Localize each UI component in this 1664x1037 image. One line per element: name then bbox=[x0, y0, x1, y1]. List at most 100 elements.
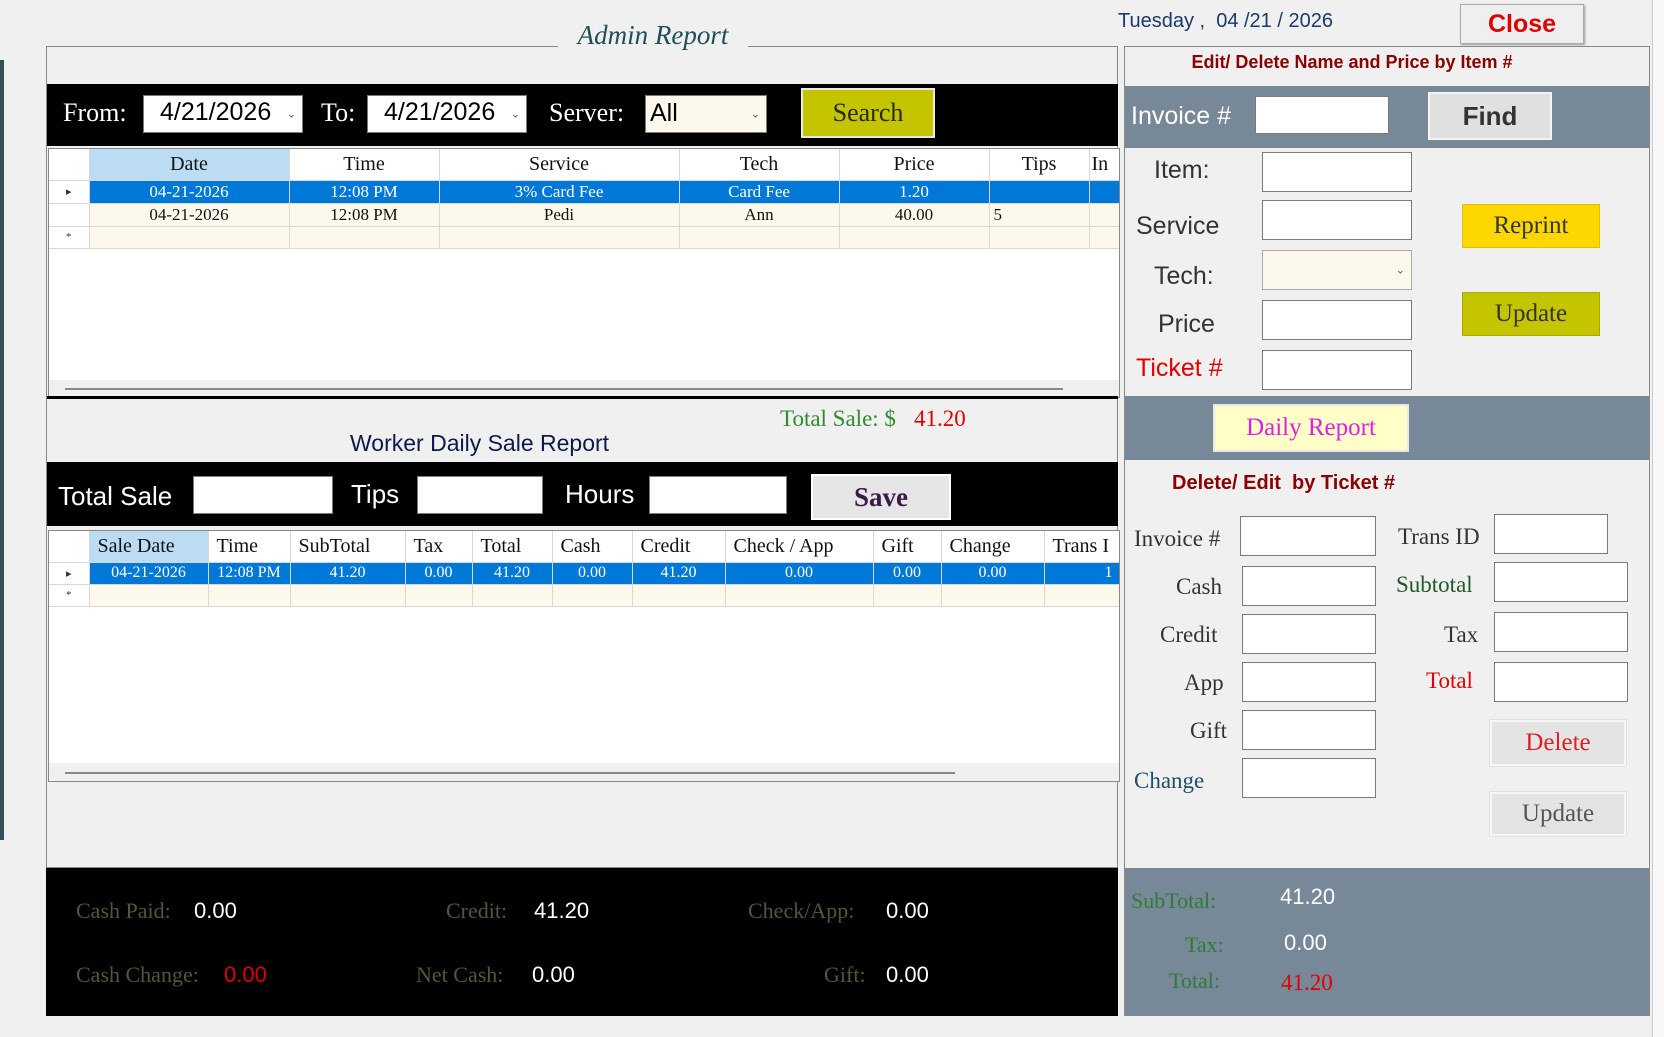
column-header-tax[interactable]: Tax bbox=[405, 531, 473, 563]
column-header-credit[interactable]: Credit bbox=[632, 531, 726, 563]
update-item-button[interactable]: Update bbox=[1462, 292, 1600, 336]
new-table-row[interactable]: * bbox=[49, 584, 1119, 607]
column-header-tips[interactable]: Tips bbox=[989, 149, 1090, 181]
server-value: All bbox=[650, 99, 678, 127]
cell-time[interactable]: 12:08 PM bbox=[289, 203, 440, 227]
price-input[interactable] bbox=[1262, 300, 1412, 340]
save-button[interactable]: Save bbox=[811, 474, 951, 520]
cell-service[interactable]: 3% Card Fee bbox=[439, 180, 680, 204]
new-table-row[interactable]: * bbox=[49, 226, 1119, 249]
change-input[interactable] bbox=[1242, 758, 1376, 798]
row-header-corner bbox=[49, 149, 90, 181]
column-header-subtotal[interactable]: SubTotal bbox=[290, 531, 406, 563]
cell-in[interactable] bbox=[1089, 180, 1119, 204]
daily-report-button[interactable]: Daily Report bbox=[1213, 404, 1409, 452]
credit-input[interactable] bbox=[1242, 614, 1376, 654]
table-row[interactable]: 04-21-2026 12:08 PM Pedi Ann 40.00 5 bbox=[49, 203, 1119, 227]
worker-hours-input[interactable] bbox=[649, 476, 787, 514]
column-header-total[interactable]: Total bbox=[472, 531, 553, 563]
cell-subtotal[interactable]: 41.20 bbox=[290, 562, 406, 585]
item-input[interactable] bbox=[1262, 152, 1412, 192]
chevron-down-icon: ⌄ bbox=[510, 108, 520, 121]
close-button[interactable]: Close bbox=[1460, 4, 1584, 44]
cash-change-label: Cash Change: bbox=[76, 962, 199, 987]
to-date-picker[interactable]: 4/21/2026 ⌄ bbox=[367, 95, 527, 133]
column-header-price[interactable]: Price bbox=[839, 149, 990, 181]
cell-sale-date[interactable]: 04-21-2026 bbox=[89, 562, 209, 585]
horizontal-scrollbar[interactable] bbox=[65, 772, 955, 774]
tech-select[interactable]: ⌄ bbox=[1262, 250, 1412, 290]
right-tax-value: 0.00 bbox=[1284, 930, 1327, 955]
column-header-time[interactable]: Time bbox=[208, 531, 291, 563]
table-row[interactable]: ▸ 04-21-2026 12:08 PM 3% Card Fee Card F… bbox=[49, 180, 1119, 204]
cell-in[interactable] bbox=[1089, 203, 1119, 227]
column-header-date[interactable]: Date bbox=[89, 149, 290, 181]
reprint-button[interactable]: Reprint bbox=[1462, 204, 1600, 248]
change-label: Change bbox=[1134, 768, 1205, 793]
ticket-input[interactable] bbox=[1262, 350, 1412, 390]
app-input[interactable] bbox=[1242, 662, 1376, 702]
chevron-down-icon: ⌄ bbox=[1395, 264, 1405, 277]
server-select[interactable]: All ⌄ bbox=[645, 95, 767, 133]
column-header-service[interactable]: Service bbox=[439, 149, 680, 181]
items-grid[interactable]: Date Time Service Tech Price Tips In ▸ 0… bbox=[48, 148, 1120, 398]
total-field-label: Total bbox=[1426, 668, 1473, 693]
cell-price[interactable]: 1.20 bbox=[839, 180, 990, 204]
trans-id-input[interactable] bbox=[1494, 514, 1608, 554]
cell-tech[interactable]: Ann bbox=[679, 203, 840, 227]
column-header-tech[interactable]: Tech bbox=[679, 149, 840, 181]
cell-tax[interactable]: 0.00 bbox=[405, 562, 473, 585]
column-header-trans[interactable]: Trans I bbox=[1044, 531, 1119, 563]
invoice-find-strip: Invoice # Find bbox=[1125, 86, 1649, 148]
column-header-check-app[interactable]: Check / App bbox=[725, 531, 874, 563]
cell-trans[interactable]: 1 bbox=[1044, 562, 1119, 585]
invoice-input[interactable] bbox=[1255, 96, 1389, 134]
cell-price[interactable]: 40.00 bbox=[839, 203, 990, 227]
cell-tech[interactable]: Card Fee bbox=[679, 180, 840, 204]
horizontal-scrollbar[interactable] bbox=[65, 388, 1063, 390]
total-input[interactable] bbox=[1494, 662, 1628, 702]
find-button[interactable]: Find bbox=[1428, 92, 1552, 140]
column-header-time[interactable]: Time bbox=[289, 149, 440, 181]
column-header-cash[interactable]: Cash bbox=[552, 531, 633, 563]
cell-credit[interactable]: 41.20 bbox=[632, 562, 726, 585]
cell-cash[interactable]: 0.00 bbox=[552, 562, 633, 585]
delete-button[interactable]: Delete bbox=[1490, 720, 1626, 766]
cell-date[interactable]: 04-21-2026 bbox=[89, 203, 290, 227]
gift-input[interactable] bbox=[1242, 710, 1376, 750]
from-date-picker[interactable]: 4/21/2026 ⌄ bbox=[143, 95, 303, 133]
tech-label: Tech: bbox=[1154, 262, 1214, 290]
cell-time[interactable]: 12:08 PM bbox=[208, 562, 291, 585]
cell-time[interactable]: 12:08 PM bbox=[289, 180, 440, 204]
ticket-invoice-input[interactable] bbox=[1240, 516, 1376, 556]
worker-tips-label: Tips bbox=[351, 479, 400, 509]
cell-tips[interactable] bbox=[989, 180, 1090, 204]
credit-value: 41.20 bbox=[534, 898, 590, 923]
cell-tips[interactable]: 5 bbox=[989, 203, 1090, 227]
service-input[interactable] bbox=[1262, 200, 1412, 240]
column-header-gift[interactable]: Gift bbox=[873, 531, 942, 563]
row-header bbox=[49, 203, 90, 227]
table-row[interactable]: ▸ 04-21-2026 12:08 PM 41.20 0.00 41.20 0… bbox=[49, 562, 1119, 585]
cell-date[interactable]: 04-21-2026 bbox=[89, 180, 290, 204]
column-header-sale-date[interactable]: Sale Date bbox=[89, 531, 209, 563]
cash-paid-value: 0.00 bbox=[194, 898, 237, 923]
worker-total-sale-input[interactable] bbox=[193, 476, 333, 514]
update-ticket-button[interactable]: Update bbox=[1490, 792, 1626, 836]
worker-tips-input[interactable] bbox=[417, 476, 543, 514]
column-header-change[interactable]: Change bbox=[941, 531, 1045, 563]
column-header-in[interactable]: In bbox=[1089, 149, 1119, 181]
cell-total[interactable]: 41.20 bbox=[472, 562, 553, 585]
cash-paid-label: Cash Paid: bbox=[76, 898, 171, 923]
cell-change[interactable]: 0.00 bbox=[941, 562, 1045, 585]
cash-input[interactable] bbox=[1242, 566, 1376, 606]
right-summary-panel: SubTotal: 41.20 Tax: 0.00 Total: 41.20 bbox=[1125, 868, 1649, 1016]
cell-check-app[interactable]: 0.00 bbox=[725, 562, 874, 585]
sales-grid[interactable]: Sale Date Time SubTotal Tax Total Cash C… bbox=[48, 530, 1120, 782]
subtotal-input[interactable] bbox=[1494, 562, 1628, 602]
tax-input[interactable] bbox=[1494, 612, 1628, 652]
cell-service[interactable]: Pedi bbox=[439, 203, 680, 227]
app-label: App bbox=[1184, 670, 1224, 695]
search-button[interactable]: Search bbox=[801, 88, 935, 138]
cell-gift[interactable]: 0.00 bbox=[873, 562, 942, 585]
